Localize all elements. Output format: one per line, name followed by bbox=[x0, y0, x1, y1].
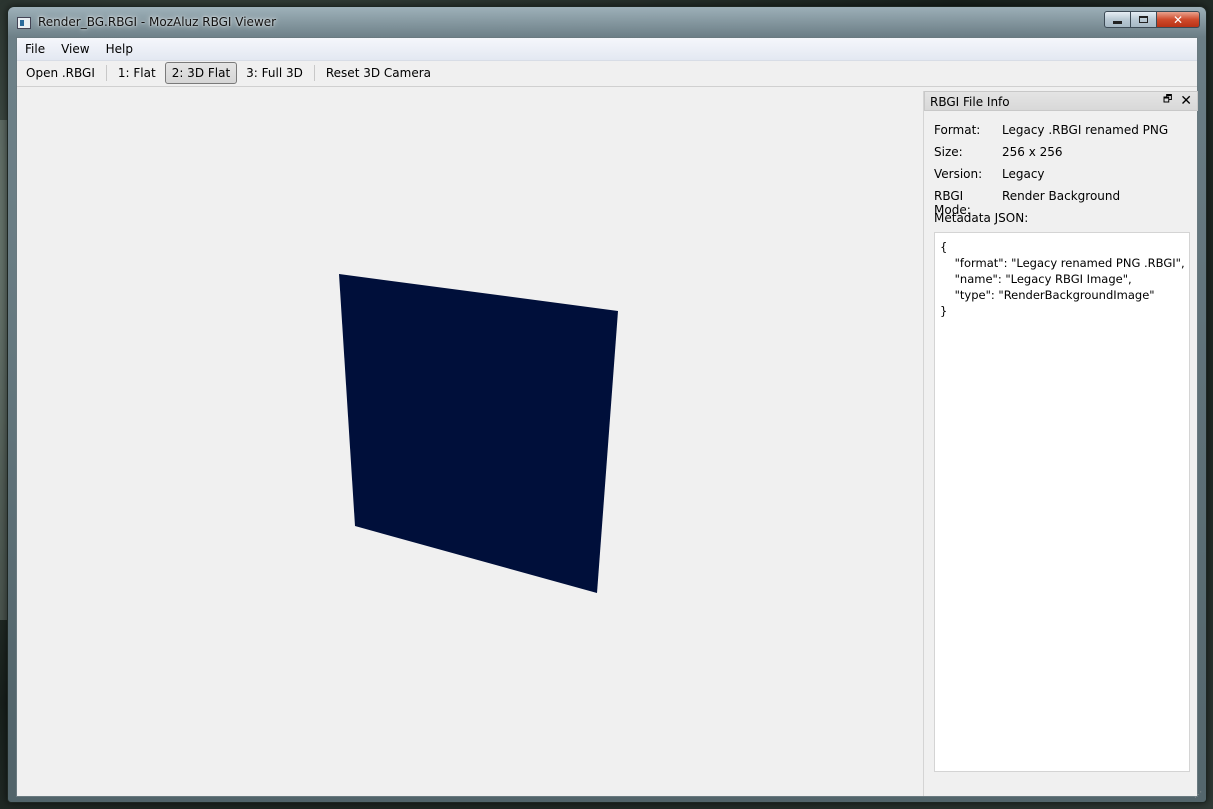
metadata-label: Metadata JSON: bbox=[934, 211, 1029, 225]
format-value: Legacy .RBGI renamed PNG bbox=[1002, 123, 1169, 137]
minimize-button[interactable] bbox=[1104, 11, 1131, 28]
mode-flat-button[interactable]: 1: Flat bbox=[111, 62, 163, 84]
size-label: Size: bbox=[934, 145, 963, 159]
info-row-format: Format: Legacy .RBGI renamed PNG bbox=[934, 123, 1168, 145]
menu-help[interactable]: Help bbox=[98, 42, 141, 56]
mode-label: RBGI Mode: bbox=[934, 189, 971, 217]
title-bar[interactable]: Render_BG.RBGI - MozAluz RBGI Viewer ✕ bbox=[8, 7, 1206, 37]
open-rbgi-button[interactable]: Open .RBGI bbox=[19, 62, 102, 84]
size-value: 256 x 256 bbox=[1002, 145, 1063, 159]
menu-bar: File View Help bbox=[17, 38, 1197, 61]
maximize-button[interactable] bbox=[1131, 11, 1157, 28]
toolbar-separator bbox=[313, 65, 315, 81]
menu-view[interactable]: View bbox=[53, 42, 97, 56]
maximize-icon bbox=[1139, 16, 1148, 23]
mode-3d-flat-button[interactable]: 2: 3D Flat bbox=[164, 62, 238, 84]
float-icon[interactable]: 🗗 bbox=[1163, 95, 1173, 105]
client-area: File View Help Open .RBGI 1: Flat 2: 3D … bbox=[16, 37, 1198, 797]
info-rows: Format: Legacy .RBGI renamed PNG Size: 2… bbox=[934, 123, 1168, 233]
format-label: Format: bbox=[934, 123, 981, 137]
info-row-version: Version: Legacy bbox=[934, 167, 1168, 189]
resize-grip-icon[interactable]: ⋰ bbox=[1194, 790, 1204, 800]
dock-title: RBGI File Info bbox=[930, 95, 1010, 109]
window-title: Render_BG.RBGI - MozAluz RBGI Viewer bbox=[38, 15, 277, 29]
minimize-icon bbox=[1113, 21, 1122, 24]
close-button[interactable]: ✕ bbox=[1157, 11, 1200, 28]
dock-header[interactable]: RBGI File Info 🗗 ✕ bbox=[924, 91, 1198, 111]
toolbar-separator bbox=[105, 65, 107, 81]
caption-buttons: ✕ bbox=[1104, 11, 1200, 29]
textured-quad bbox=[339, 274, 618, 593]
metadata-label-row: Metadata JSON: bbox=[934, 211, 1168, 233]
mode-value: Render Background bbox=[1002, 189, 1121, 203]
close-icon: ✕ bbox=[1172, 12, 1184, 27]
viewport-canvas[interactable] bbox=[17, 87, 922, 796]
3d-viewport[interactable] bbox=[17, 87, 922, 796]
toolbar: Open .RBGI 1: Flat 2: 3D Flat 3: Full 3D… bbox=[17, 60, 1197, 87]
file-info-dock: RBGI File Info 🗗 ✕ Format: Legacy .RBGI … bbox=[923, 91, 1198, 796]
info-row-mode: RBGI Mode: Render Background bbox=[934, 189, 1168, 217]
menu-file[interactable]: File bbox=[17, 42, 53, 56]
info-row-size: Size: 256 x 256 bbox=[934, 145, 1168, 167]
dock-close-icon[interactable]: ✕ bbox=[1180, 93, 1192, 109]
reset-camera-button[interactable]: Reset 3D Camera bbox=[319, 62, 438, 84]
app-window: Render_BG.RBGI - MozAluz RBGI Viewer ✕ F… bbox=[7, 6, 1207, 803]
app-icon bbox=[17, 17, 31, 29]
metadata-json-view[interactable]: { "format": "Legacy renamed PNG .RBGI", … bbox=[934, 232, 1190, 772]
version-value: Legacy bbox=[1002, 167, 1045, 181]
version-label: Version: bbox=[934, 167, 983, 181]
mode-full-3d-button[interactable]: 3: Full 3D bbox=[239, 62, 310, 84]
